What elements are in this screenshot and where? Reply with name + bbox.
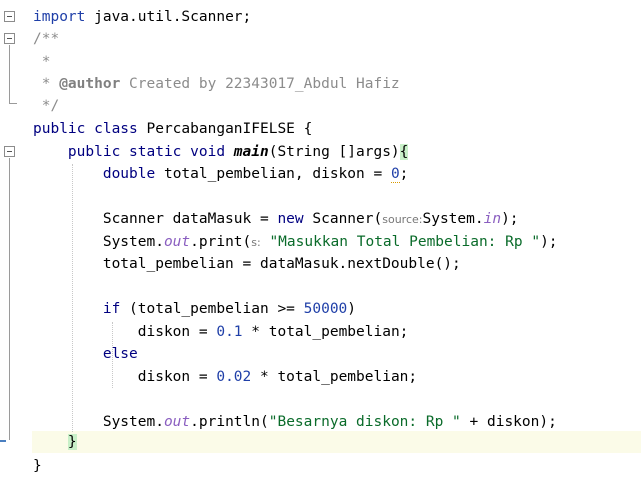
- keyword: if: [102, 301, 121, 317]
- string-literal: "Besarnya diskon: Rp ": [268, 414, 461, 430]
- fold-toggle-icon[interactable]: [4, 33, 15, 44]
- code-text: Scanner(: [303, 211, 383, 227]
- number-literal: 0: [390, 166, 400, 183]
- fold-toggle-icon[interactable]: [4, 11, 15, 22]
- code-text: }: [33, 458, 42, 474]
- code-text: PercabanganIFELSE {: [137, 121, 313, 137]
- code-line-15[interactable]: diskon = 0.1 * total_pembelian;: [33, 321, 409, 343]
- code-line-16[interactable]: else: [33, 343, 138, 365]
- keyword: public static void: [67, 144, 226, 160]
- string-literal: "Masukkan Total Pembelian: Rp ": [269, 234, 541, 250]
- code-text: (total_pembelian >=: [120, 301, 304, 317]
- code-line-12[interactable]: total_pembelian = dataMasuk.nextDouble()…: [33, 253, 461, 275]
- code-line-14[interactable]: if (total_pembelian >= 50000): [33, 298, 356, 320]
- code-text: total_pembelian = dataMasuk.nextDouble()…: [102, 256, 461, 272]
- code-line-20[interactable]: }: [33, 431, 77, 453]
- current-line-highlight: [32, 431, 641, 453]
- code-text: java.util.Scanner;: [85, 9, 252, 25]
- code-text: (String []args): [268, 144, 400, 160]
- code-editor[interactable]: import java.util.Scanner; /** * * @autho…: [0, 0, 641, 474]
- code-text: System.: [102, 234, 164, 250]
- keyword: import: [33, 9, 86, 25]
- code-line-19[interactable]: System.out.println("Besarnya diskon: Rp …: [33, 411, 557, 433]
- code-line-8[interactable]: double total_pembelian, diskon = 0;: [33, 163, 408, 185]
- static-field: in: [483, 211, 502, 227]
- keyword: else: [102, 346, 138, 362]
- comment-text: *: [33, 76, 60, 92]
- code-text: total_pembelian, diskon =: [155, 166, 391, 182]
- fold-guide-line: [9, 45, 10, 103]
- number-literal: 0.02: [216, 369, 252, 385]
- code-text: * total_pembelian;: [251, 369, 418, 385]
- parameter-hint: s:: [251, 236, 261, 249]
- code-text: ): [347, 301, 357, 317]
- matched-brace: }: [67, 434, 77, 450]
- code-text: Scanner dataMasuk =: [102, 211, 278, 227]
- keyword: new: [277, 211, 304, 227]
- number-literal: 0.1: [216, 324, 243, 340]
- keyword: double: [102, 166, 156, 182]
- code-text: diskon =: [137, 369, 217, 385]
- code-line-7[interactable]: public static void main(String []args){: [33, 141, 409, 163]
- comment-text: /**: [33, 31, 60, 47]
- code-line-11[interactable]: System.out.print(s: "Masukkan Total Pemb…: [33, 231, 558, 253]
- keyword: public class: [33, 121, 138, 137]
- code-line-4[interactable]: * @author Created by 22343017_Abdul Hafi…: [33, 73, 400, 95]
- code-text: ;: [399, 166, 409, 182]
- code-line-1[interactable]: import java.util.Scanner;: [33, 6, 251, 28]
- fold-toggle-icon[interactable]: [4, 146, 15, 157]
- editor-gutter: [0, 0, 28, 474]
- code-line-2[interactable]: /**: [33, 28, 59, 50]
- method-name: main: [233, 144, 269, 160]
- code-line-6[interactable]: public class PercabanganIFELSE {: [33, 118, 312, 140]
- static-field: out: [163, 414, 191, 430]
- fold-end-marker: [9, 103, 17, 104]
- static-field: out: [163, 234, 191, 250]
- number-literal: 50000: [303, 301, 348, 317]
- caret-line-marker: [0, 440, 6, 442]
- code-text: .println(: [190, 414, 269, 430]
- comment-text: *: [33, 54, 51, 70]
- code-text: System.: [102, 414, 164, 430]
- code-text: );: [501, 211, 519, 227]
- javadoc-tag: @author: [59, 76, 121, 92]
- code-text: System.: [422, 211, 484, 227]
- code-text: + diskon);: [460, 414, 557, 430]
- code-text: .print(: [190, 234, 252, 250]
- code-line-17[interactable]: diskon = 0.02 * total_pembelian;: [33, 366, 417, 388]
- matched-brace: {: [399, 144, 409, 160]
- parameter-hint: source:: [382, 213, 423, 226]
- code-text: * total_pembelian;: [242, 324, 409, 340]
- fold-guide-line: [9, 158, 10, 440]
- code-line-5[interactable]: */: [33, 95, 59, 117]
- code-line-3[interactable]: *: [33, 51, 51, 73]
- comment-text: Created by 22343017_Abdul Hafiz: [120, 76, 400, 92]
- code-text: diskon =: [137, 324, 217, 340]
- comment-text: */: [33, 98, 60, 114]
- code-text: );: [540, 234, 558, 250]
- code-line-10[interactable]: Scanner dataMasuk = new Scanner(source:S…: [33, 208, 519, 230]
